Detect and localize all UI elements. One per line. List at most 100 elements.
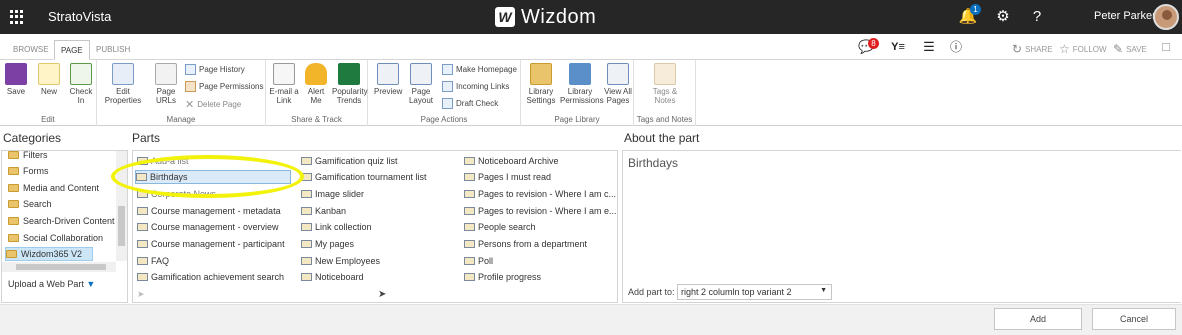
tab-browse[interactable]: BROWSE <box>13 45 49 54</box>
part-item[interactable]: Poll <box>464 254 618 268</box>
web-part-icon <box>136 173 147 181</box>
part-item[interactable]: New Employees <box>301 254 459 268</box>
part-item[interactable]: Link collection <box>301 220 459 234</box>
part-item[interactable]: Add-a list <box>137 154 287 168</box>
tags-notes-button[interactable]: Tags & Notes <box>648 63 682 105</box>
save-top-button[interactable]: ✎ SAVE <box>1113 42 1147 56</box>
page-history-button[interactable]: Page History <box>185 64 245 75</box>
scroll-left-icon[interactable]: ➤ <box>137 289 145 300</box>
group-page-library: Library Settings Library Permissions Vie… <box>521 60 634 126</box>
preview-button[interactable]: Preview <box>374 63 402 96</box>
incoming-links-button[interactable]: Incoming Links <box>442 81 509 92</box>
part-item[interactable]: My pages <box>301 237 459 251</box>
part-label: Poll <box>478 256 494 266</box>
page-layout-label: Page Layout <box>408 87 434 105</box>
ye-icon[interactable]: Y≡ <box>890 39 906 55</box>
delete-icon: ✕ <box>185 99 195 111</box>
cancel-button[interactable]: Cancel <box>1092 308 1176 330</box>
view-all-pages-button[interactable]: View All Pages <box>603 63 633 105</box>
group-label: Page Library <box>554 115 600 124</box>
web-part-icon <box>301 190 312 198</box>
page-urls-button[interactable]: Page URLs <box>153 63 179 105</box>
part-label: Birthdays <box>150 172 188 182</box>
popularity-trends-button[interactable]: Popularity Trends <box>332 63 368 105</box>
add-button[interactable]: Add <box>994 308 1082 330</box>
checkin-icon <box>70 63 92 85</box>
gear-icon[interactable]: ⚙ <box>993 7 1013 27</box>
part-label: Course management - metadata <box>151 206 281 216</box>
part-item[interactable]: Noticeboard Archive <box>464 154 618 168</box>
share-button[interactable]: ↻ SHARE <box>1012 42 1053 56</box>
part-item[interactable]: Gamification quiz list <box>301 154 459 168</box>
parts-panel: Add-a list Birthdays Corporate News Cour… <box>132 150 618 303</box>
sliders-icon[interactable]: ☰ <box>921 39 937 55</box>
focus-icon[interactable]: □ <box>1158 39 1174 55</box>
part-item[interactable]: People search <box>464 220 618 234</box>
part-item[interactable]: Pages I must read <box>464 170 618 184</box>
part-item[interactable]: FAQ <box>137 254 292 268</box>
category-item[interactable]: Media and Content <box>8 181 99 195</box>
preview-icon <box>377 63 399 85</box>
follow-button[interactable]: ☆ FOLLOW <box>1059 42 1107 56</box>
zone-select[interactable]: right 2 columln top variant 2 ▼ <box>677 284 832 300</box>
part-item[interactable]: Course management - metadata <box>137 204 292 218</box>
add-part-to-label: Add part to: <box>628 287 675 297</box>
library-permissions-button[interactable]: Library Permissions <box>560 63 604 105</box>
category-item[interactable]: Filters <box>8 148 48 162</box>
avatar[interactable] <box>1153 4 1179 30</box>
bell-alert-icon <box>305 63 327 85</box>
part-item[interactable]: Pages to revision - Where I am e... <box>464 204 618 218</box>
part-label: Add-a list <box>151 156 189 166</box>
parts-title: Parts <box>132 131 161 145</box>
category-item-selected[interactable]: Wizdom365 V2 <box>5 247 94 261</box>
star-icon: ☆ <box>1059 42 1070 56</box>
part-item[interactable]: Persons from a department <box>464 237 618 251</box>
category-item[interactable]: Search-Driven Content <box>8 214 121 228</box>
scroll-right-icon[interactable]: ➤ <box>378 289 386 300</box>
part-item[interactable]: Gamification tournament list <box>301 170 459 184</box>
part-item[interactable]: Kanban <box>301 204 459 218</box>
part-item[interactable]: Gamification achievement search <box>137 270 292 284</box>
email-link-button[interactable]: E-mail a Link <box>268 63 300 105</box>
info-icon[interactable]: ⓘ <box>948 39 964 55</box>
category-label: Social Collaboration <box>23 233 104 243</box>
new-button[interactable]: New <box>37 63 61 96</box>
alert-me-button[interactable]: Alert Me <box>304 63 328 105</box>
part-item[interactable]: Corporate News <box>137 187 292 201</box>
user-name[interactable]: Peter Parker <box>1094 10 1156 22</box>
delete-page-button[interactable]: ✕ Delete Page <box>185 98 241 111</box>
categories-scroll-thumb[interactable] <box>118 206 125 246</box>
save-button[interactable]: Save <box>4 63 28 96</box>
part-item[interactable]: Pages to revision - Where I am c... <box>464 187 618 201</box>
page-layout-button[interactable]: Page Layout <box>406 63 436 105</box>
folder-icon <box>8 184 19 192</box>
category-item[interactable]: Social Collaboration <box>8 231 121 245</box>
page-permissions-button[interactable]: Page Permissions <box>185 81 263 92</box>
part-item[interactable]: Profile progress <box>464 270 618 284</box>
categories-hscroll-thumb[interactable] <box>16 264 106 270</box>
make-homepage-button[interactable]: Make Homepage <box>442 64 517 75</box>
page-permissions-label: Page Permissions <box>199 82 264 91</box>
tab-publish[interactable]: PUBLISH <box>96 45 130 54</box>
site-name[interactable]: StratoVista <box>48 9 111 24</box>
web-part-icon <box>301 157 312 165</box>
part-item-selected[interactable]: Birthdays <box>135 170 291 184</box>
part-item[interactable]: Noticeboard <box>301 270 459 284</box>
web-part-icon <box>137 207 148 215</box>
edit-properties-button[interactable]: Edit Properties <box>103 63 143 105</box>
library-settings-button[interactable]: Library Settings <box>524 63 558 105</box>
part-item[interactable]: Image slider <box>301 187 459 201</box>
tab-page[interactable]: PAGE <box>54 40 90 60</box>
part-item[interactable]: Course management - participant <box>137 237 292 251</box>
upload-web-part-link[interactable]: Upload a Web Part ▼ <box>8 279 95 289</box>
web-part-icon <box>137 223 148 231</box>
category-item[interactable]: Search <box>8 197 52 211</box>
ribbon: Save New Check In Edit Edit Properties P… <box>0 60 1182 126</box>
help-icon[interactable]: ? <box>1027 7 1047 27</box>
part-item[interactable]: Course management - overview <box>137 220 292 234</box>
app-launcher-icon[interactable] <box>10 10 24 24</box>
category-item[interactable]: Forms <box>8 164 49 178</box>
page-history-label: Page History <box>199 65 245 74</box>
draft-check-button[interactable]: Draft Check <box>442 98 498 109</box>
checkin-button[interactable]: Check In <box>66 63 96 105</box>
